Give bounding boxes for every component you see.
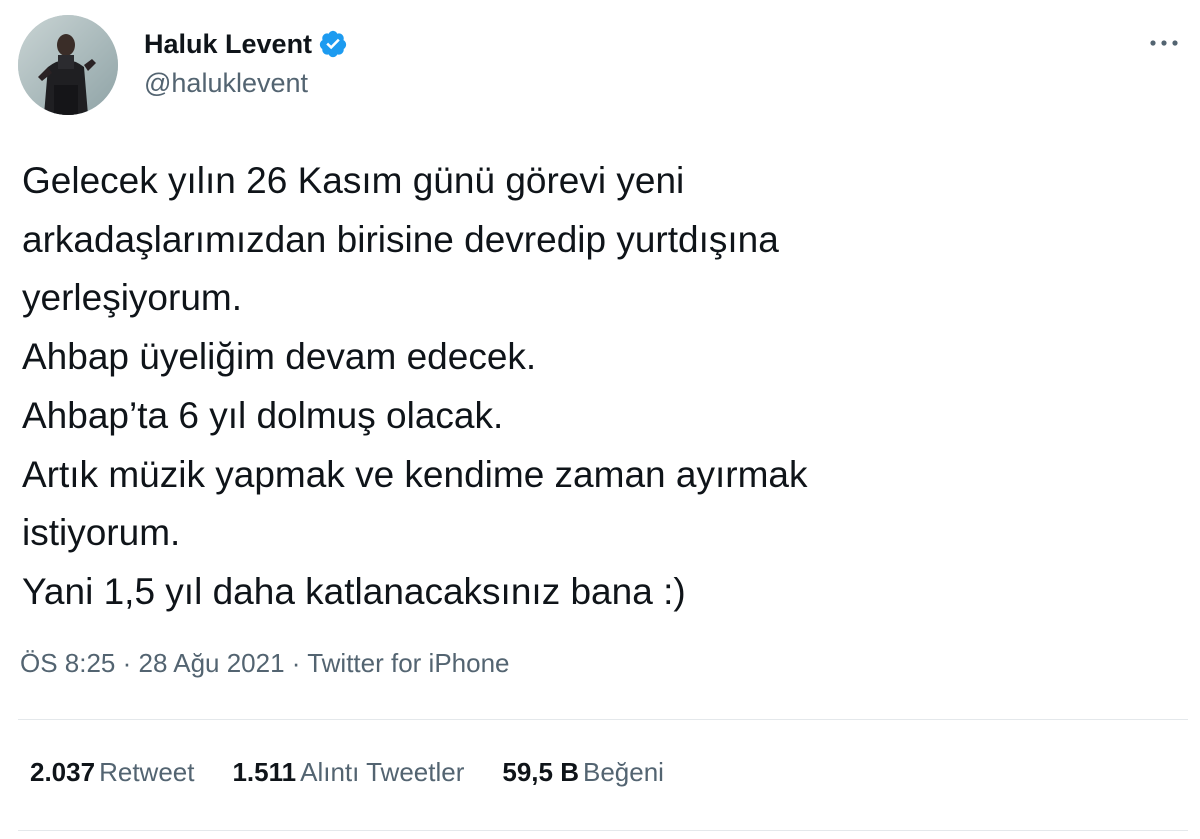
meta-separator: · — [284, 648, 308, 678]
verified-badge-icon — [318, 29, 348, 59]
tweet-stats: 2.037 Retweet 1.511 Alıntı Tweetler 59,5 B… — [30, 757, 702, 788]
display-name[interactable]: Haluk Levent — [144, 29, 312, 60]
tweet-text-line: istiyorum. — [22, 512, 181, 554]
likes-label: Beğeni — [582, 757, 664, 787]
author-handle[interactable]: @haluklevent — [144, 68, 348, 99]
tweet-date-link[interactable]: 28 Ağu 2021 — [139, 648, 285, 678]
divider — [18, 830, 1188, 831]
retweets-label: Retweet — [99, 757, 195, 787]
tweet-meta: ÖS 8:25 · 28 Ağu 2021 · Twitter for iPho… — [20, 648, 510, 679]
more-button[interactable] — [1146, 28, 1182, 58]
tweet-text-line: arkadaşlarımızdan birisine devredip yurt… — [22, 218, 779, 260]
quotes-count: 1.511 — [232, 757, 297, 787]
quotes-label: Alıntı Tweetler — [300, 757, 465, 787]
tweet-time-link[interactable]: ÖS 8:25 — [20, 648, 115, 678]
more-horizontal-icon — [1150, 40, 1178, 46]
tweet-text-line: Yani 1,5 yıl daha katlanacaksınız bana :… — [22, 570, 686, 612]
tweet-card: Haluk Levent @haluklevent Gelecek yılın … — [0, 0, 1200, 839]
tweet-text-line: yerleşiyorum. — [22, 277, 242, 319]
tweet-text: Gelecek yılın 26 Kasım günü görevi yeni … — [22, 152, 1182, 622]
tweet-text-line: Gelecek yılın 26 Kasım günü görevi yeni — [22, 160, 685, 201]
tweet-source-link[interactable]: Twitter for iPhone — [307, 648, 509, 678]
divider — [18, 719, 1188, 720]
likes-count: 59,5 B — [502, 757, 579, 787]
meta-separator: · — [115, 648, 139, 678]
tweet-text-line: Ahbap üyeliğim devam edecek. — [22, 336, 537, 378]
avatar-photo — [18, 15, 118, 115]
author-info: Haluk Levent @haluklevent — [144, 26, 348, 99]
name-row: Haluk Levent — [144, 26, 348, 62]
likes-stat[interactable]: 59,5 B Beğeni — [502, 757, 664, 788]
quotes-stat[interactable]: 1.511 Alıntı Tweetler — [232, 757, 464, 788]
avatar[interactable] — [18, 15, 118, 115]
retweets-stat[interactable]: 2.037 Retweet — [30, 757, 194, 788]
retweets-count: 2.037 — [30, 757, 96, 787]
tweet-text-line: Artık müzik yapmak ve kendime zaman ayır… — [22, 453, 808, 495]
tweet-text-line: Ahbap’ta 6 yıl dolmuş olacak. — [22, 394, 504, 436]
